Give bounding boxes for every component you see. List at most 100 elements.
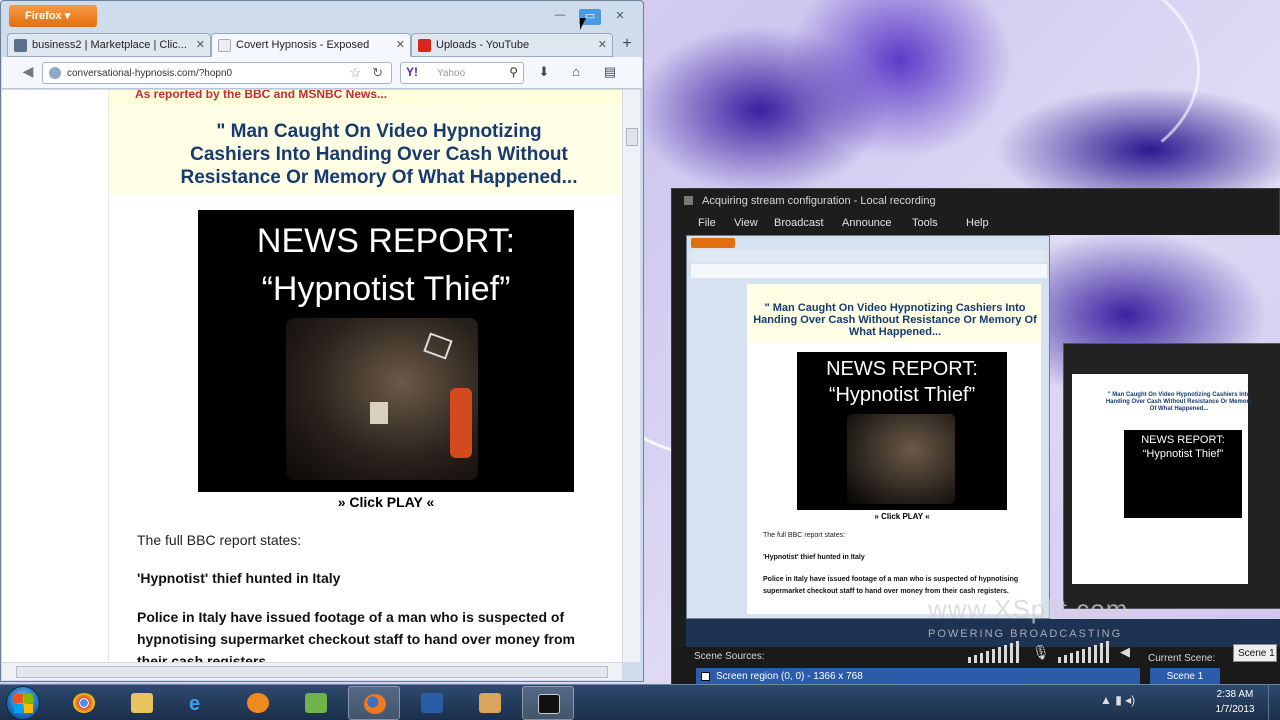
preview-text: The full BBC report states: (763, 532, 846, 539)
speaker-volume-meter[interactable] (1058, 641, 1114, 663)
clock[interactable]: 2:38 AM 1/7/2013 (1206, 687, 1264, 717)
reload-icon[interactable]: ↻ (372, 65, 383, 81)
tab-favicon-icon (218, 39, 231, 52)
new-tab-button[interactable]: + (617, 35, 637, 55)
preview-headline: " Man Caught On Video Hypnotizing Cashie… (753, 302, 1037, 338)
microphone-volume-meter[interactable] (968, 641, 1020, 663)
taskbar-firefox[interactable] (348, 686, 400, 720)
menu-file[interactable]: File (698, 217, 716, 229)
taskbar-network[interactable] (290, 686, 342, 720)
search-placeholder: Yahoo (437, 68, 466, 79)
clock-date: 1/7/2013 (1215, 704, 1255, 715)
top-line: As reported by the BBC and MSNBC News... (109, 90, 622, 104)
back-icon[interactable]: ◀ (18, 63, 38, 83)
taskbar-internet-explorer[interactable]: e (174, 686, 226, 720)
taskbar-media-player[interactable] (232, 686, 284, 720)
tab-youtube[interactable]: Uploads - YouTube ✕ (411, 33, 613, 57)
search-icon[interactable]: ⚲ (509, 65, 518, 79)
windows-taskbar: e ▲ ▮ ◂) 2:38 AM 1/7/2013 (0, 684, 1280, 720)
horizontal-scrollbar[interactable] (2, 662, 622, 680)
video-title-line1: NEWS REPORT: (256, 222, 516, 260)
xsplit-menu-bar: File View Broadcast Announce Tools Help (672, 213, 1280, 235)
tab-close-icon[interactable]: ✕ (196, 38, 205, 51)
url-bar[interactable]: conversational-hypnosis.com/?hopn0 ☆ ↻ (42, 62, 392, 84)
scroll-thumb[interactable] (16, 666, 608, 678)
minimize-icon[interactable]: — (549, 9, 571, 25)
nested-headline: " Man Caught On Video Hypnotizing Cashie… (1105, 392, 1253, 412)
tab-close-icon[interactable]: ✕ (598, 38, 607, 51)
firefox-menu-button[interactable]: Firefox ▾ (9, 5, 97, 27)
taskbar-xsplit[interactable] (522, 686, 574, 720)
search-input[interactable]: Y! Yahoo ⚲ (400, 62, 524, 84)
wallpaper-swirl (900, 0, 1200, 180)
start-orb-icon[interactable] (6, 686, 40, 720)
news-video-player[interactable]: NEWS REPORT: “Hypnotist Thief” (198, 210, 574, 492)
close-icon[interactable]: ✕ (609, 9, 631, 25)
vertical-scrollbar[interactable] (622, 90, 640, 662)
bookmarks-icon[interactable]: ▤ (600, 64, 620, 82)
network-icon (305, 693, 327, 713)
taskbar-paint[interactable] (464, 686, 516, 720)
scene-sources-label: Scene Sources: (694, 651, 765, 662)
preview-video-line1: NEWS REPORT: (826, 358, 978, 380)
preview-page: " Man Caught On Video Hypnotizing Cashie… (747, 284, 1041, 614)
windows-logo-icon (24, 704, 33, 713)
scene-source-item[interactable]: Screen region (0, 0) - 1366 x 768 (696, 668, 1140, 685)
menu-tools[interactable]: Tools (912, 217, 938, 229)
nested-video-line1: NEWS REPORT: (1141, 434, 1225, 446)
cctv-footage-image (286, 318, 478, 480)
scene-select[interactable]: Scene 1 (1233, 644, 1277, 662)
preview-footage-image (847, 414, 955, 504)
page-content: As reported by the BBC and MSNBC News...… (2, 90, 622, 662)
scene-1-button[interactable]: Scene 1 (1150, 668, 1220, 685)
preview-nested-window: " Man Caught On Video Hypnotizing Cashie… (1063, 343, 1280, 609)
xsplit-icon (538, 694, 560, 714)
preview-browser: " Man Caught On Video Hypnotizing Cashie… (686, 235, 1050, 619)
mouse-cursor-icon (580, 18, 586, 30)
report-intro: The full BBC report states: (137, 532, 302, 548)
xsplit-watermark-sub: POWERING BROADCASTING (928, 628, 1123, 640)
xsplit-title-text: Acquiring stream configuration - Local r… (702, 195, 936, 207)
system-tray[interactable]: ▲ ▮ ◂) (1100, 693, 1135, 707)
tab-label: Covert Hypnosis - Exposed (236, 39, 370, 51)
report-subheading: 'Hypnotist' thief hunted in Italy (137, 570, 341, 586)
media-player-icon (247, 693, 269, 713)
tab-marketplace[interactable]: business2 | Marketplace | Clic... ✕ (7, 33, 211, 57)
menu-announce[interactable]: Announce (842, 217, 892, 229)
tab-favicon-icon (14, 39, 27, 52)
source-label: Screen region (0, 0) - 1366 x 768 (716, 671, 863, 682)
taskbar-chrome[interactable] (58, 686, 110, 720)
windows-logo-icon (14, 694, 23, 703)
tab-covert-hypnosis[interactable]: Covert Hypnosis - Exposed ✕ (211, 33, 411, 57)
firefox-icon (364, 694, 386, 714)
scroll-thumb[interactable] (626, 128, 638, 146)
chrome-icon (73, 693, 95, 713)
star-icon[interactable]: ☆ (349, 65, 361, 81)
tab-label: business2 | Marketplace | Clic... (32, 39, 187, 51)
xsplit-app-icon (684, 196, 693, 205)
preview-tabbar (691, 250, 1047, 262)
show-desktop-button[interactable] (1268, 685, 1280, 720)
stream-preview: " Man Caught On Video Hypnotizing Cashie… (686, 235, 1280, 647)
headline-line: Cashiers Into Handing Over Cash Without (190, 144, 568, 165)
home-icon[interactable]: ⌂ (566, 64, 586, 82)
click-play-link[interactable]: » Click PLAY « (198, 494, 574, 510)
tab-close-icon[interactable]: ✕ (396, 38, 405, 51)
taskbar-word[interactable] (406, 686, 458, 720)
navigation-bar: ◀ conversational-hypnosis.com/?hopn0 ☆ ↻… (2, 57, 642, 89)
menu-help[interactable]: Help (966, 217, 989, 229)
menu-broadcast[interactable]: Broadcast (774, 217, 824, 229)
tab-label: Uploads - YouTube (436, 39, 530, 51)
windows-logo-icon (14, 704, 23, 713)
source-checkbox[interactable] (701, 672, 710, 681)
download-icon[interactable]: ⬇ (534, 64, 554, 82)
microphone-icon[interactable]: 🎙 (1032, 644, 1050, 661)
page-column: As reported by the BBC and MSNBC News...… (108, 90, 622, 662)
paint-icon (479, 693, 501, 713)
yahoo-icon[interactable]: Y! (406, 65, 418, 79)
menu-view[interactable]: View (734, 217, 758, 229)
taskbar-explorer[interactable] (116, 686, 168, 720)
speaker-icon[interactable]: ◀ (1120, 644, 1130, 660)
tab-bar: business2 | Marketplace | Clic... ✕ Cove… (7, 31, 637, 57)
preview-text: 'Hypnotist' thief hunted in Italy (763, 554, 865, 561)
